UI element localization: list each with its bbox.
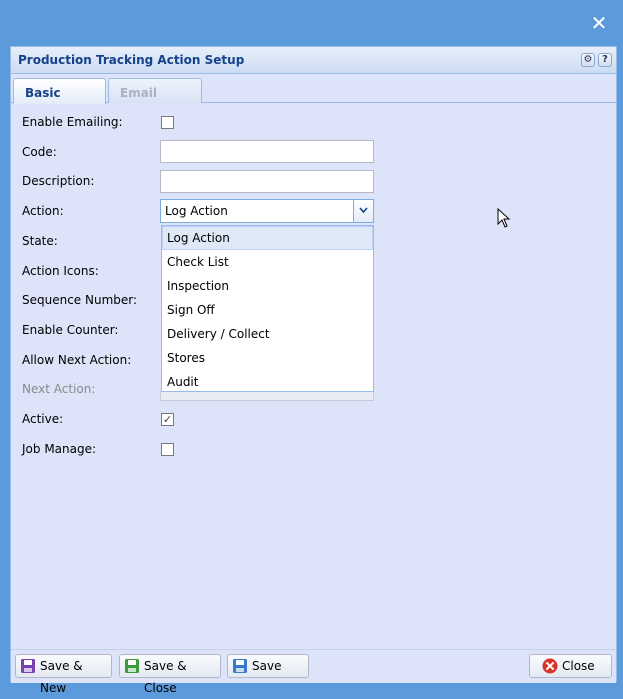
save-label: Save [252, 659, 282, 673]
enable-counter-label: Enable Counter: [22, 323, 119, 337]
action-label: Action: [22, 204, 64, 218]
next-action-label: Next Action: [22, 382, 96, 396]
dropdown-option-stores[interactable]: Stores [162, 346, 373, 370]
save-close-label: Save & Close [144, 659, 187, 695]
window-close-icon[interactable]: ✕ [588, 12, 610, 34]
action-combo-value: Log Action [165, 204, 228, 218]
action-dropdown-list: Log Action Check List Inspection Sign Of… [161, 225, 374, 392]
dropdown-option-delivery-collect[interactable]: Delivery / Collect [162, 322, 373, 346]
active-label: Active: [22, 412, 64, 426]
action-combo[interactable]: Log Action [160, 199, 374, 223]
allow-next-action-label: Allow Next Action: [22, 353, 132, 367]
tab-email[interactable]: Email [108, 78, 202, 103]
chevron-down-icon[interactable] [353, 200, 373, 222]
action-icons-label: Action Icons: [22, 264, 99, 278]
dropdown-option-sign-off[interactable]: Sign Off [162, 298, 373, 322]
mouse-cursor-icon [497, 208, 511, 228]
gear-icon[interactable]: ⚙ [581, 53, 595, 67]
state-label: State: [22, 234, 58, 248]
code-label: Code: [22, 145, 57, 159]
dialog-title: Production Tracking Action Setup [18, 53, 245, 67]
description-input[interactable] [160, 170, 374, 193]
active-checkbox[interactable]: ✓ [161, 413, 174, 426]
sequence-number-label: Sequence Number: [22, 293, 138, 307]
dialog-titlebar: Production Tracking Action Setup ⚙ ? [11, 47, 616, 74]
save-icon [21, 659, 35, 673]
dropdown-option-audit[interactable]: Audit [162, 370, 373, 394]
save-new-label: Save & New [40, 659, 83, 695]
job-manage-label: Job Manage: [22, 442, 97, 456]
enable-emailing-checkbox[interactable] [161, 116, 174, 129]
dropdown-option-inspection[interactable]: Inspection [162, 274, 373, 298]
close-button[interactable]: Close [529, 654, 612, 678]
job-manage-checkbox[interactable] [161, 443, 174, 456]
save-close-button[interactable]: Save & Close [119, 654, 221, 695]
enable-emailing-label: Enable Emailing: [22, 115, 123, 129]
code-input[interactable] [160, 140, 374, 163]
dropdown-option-check-list[interactable]: Check List [162, 250, 373, 274]
help-icon[interactable]: ? [598, 53, 612, 67]
action-setup-dialog: Production Tracking Action Setup ⚙ ? Bas… [10, 46, 617, 695]
save-icon [233, 659, 247, 673]
dropdown-option-log-action[interactable]: Log Action [162, 226, 373, 250]
save-icon [125, 659, 139, 673]
tab-basic[interactable]: Basic [13, 78, 106, 104]
close-label: Close [562, 659, 595, 673]
tab-strip: Basic Email [11, 74, 616, 104]
close-icon [542, 658, 558, 674]
dialog-footer: Save & New Save & Close Save Close [11, 649, 616, 695]
save-new-button[interactable]: Save & New [15, 654, 112, 695]
save-button[interactable]: Save [227, 654, 309, 678]
description-label: Description: [22, 174, 95, 188]
